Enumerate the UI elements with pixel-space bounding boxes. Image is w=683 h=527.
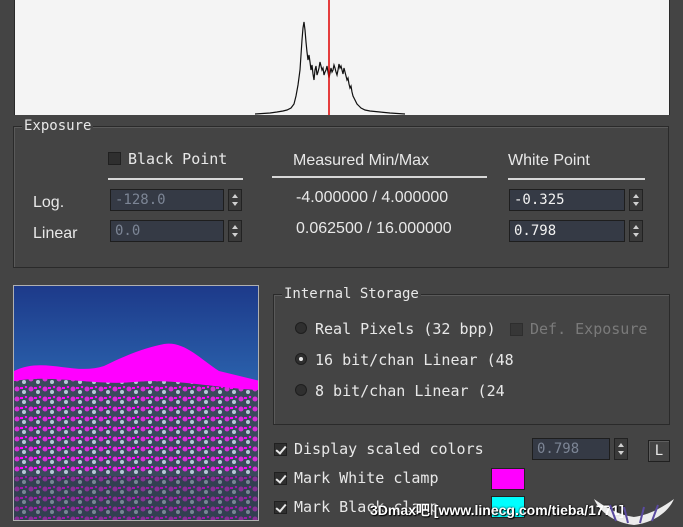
- internal-storage-group-label: Internal Storage: [282, 286, 421, 302]
- white-point-log-field[interactable]: -0.325: [509, 189, 625, 211]
- real-pixels-label: Real Pixels (32 bpp): [315, 320, 496, 338]
- mark-black-clamp-checkbox[interactable]: [274, 501, 287, 514]
- lock-button[interactable]: L: [648, 440, 670, 462]
- measured-rule: [272, 176, 487, 178]
- measured-header: Measured Min/Max: [293, 152, 430, 169]
- mark-white-clamp-checkbox[interactable]: [274, 472, 287, 485]
- black-point-checkbox[interactable]: [108, 152, 121, 165]
- white-point-header: White Point: [508, 152, 590, 169]
- preview-image-art: [14, 286, 258, 520]
- white-point-linear-spinner[interactable]: [629, 220, 643, 242]
- black-point-linear-field[interactable]: 0.0: [110, 220, 224, 242]
- display-scaled-field[interactable]: 0.798: [532, 438, 610, 460]
- 16bit-linear-label: 16 bit/chan Linear (48: [315, 351, 514, 369]
- histogram-plot: [254, 0, 406, 115]
- watermark-text: 3Dmax吧 [www.linecg.com/tieba/1771]: [370, 502, 624, 518]
- measured-linear-value: 0.062500 / 16.000000: [296, 220, 452, 237]
- linear-label: Linear: [33, 225, 78, 242]
- def-exposure-checkbox[interactable]: [510, 323, 523, 336]
- display-scaled-checkbox[interactable]: [274, 443, 287, 456]
- white-clamp-color-swatch[interactable]: [491, 468, 525, 490]
- display-scaled-label: Display scaled colors: [294, 440, 484, 458]
- white-point-rule: [508, 178, 645, 180]
- display-scaled-spinner[interactable]: [614, 438, 628, 460]
- black-point-log-field[interactable]: -128.0: [110, 189, 224, 211]
- black-point-rule: [108, 178, 243, 180]
- log-label: Log.: [33, 194, 65, 211]
- black-point-label: Black Point: [128, 150, 228, 168]
- 8bit-linear-label: 8 bit/chan Linear (24: [315, 382, 505, 400]
- black-point-linear-spinner[interactable]: [228, 220, 242, 242]
- histogram: [14, 0, 670, 115]
- white-point-log-spinner[interactable]: [629, 189, 643, 211]
- histogram-curve: [254, 21, 406, 115]
- mark-white-clamp-label: Mark White clamp: [294, 469, 439, 487]
- watermark-logo-icon: [594, 499, 674, 525]
- def-exposure-label: Def. Exposure: [530, 320, 648, 338]
- exposure-group-label: Exposure: [22, 118, 94, 134]
- preview-image: [13, 285, 259, 521]
- real-pixels-radio[interactable]: [295, 322, 307, 334]
- 16bit-linear-radio[interactable]: [295, 353, 307, 365]
- black-point-log-spinner[interactable]: [228, 189, 242, 211]
- 8bit-linear-radio[interactable]: [295, 384, 307, 396]
- white-point-linear-field[interactable]: 0.798: [509, 220, 625, 242]
- measured-log-value: -4.000000 / 4.000000: [296, 189, 449, 206]
